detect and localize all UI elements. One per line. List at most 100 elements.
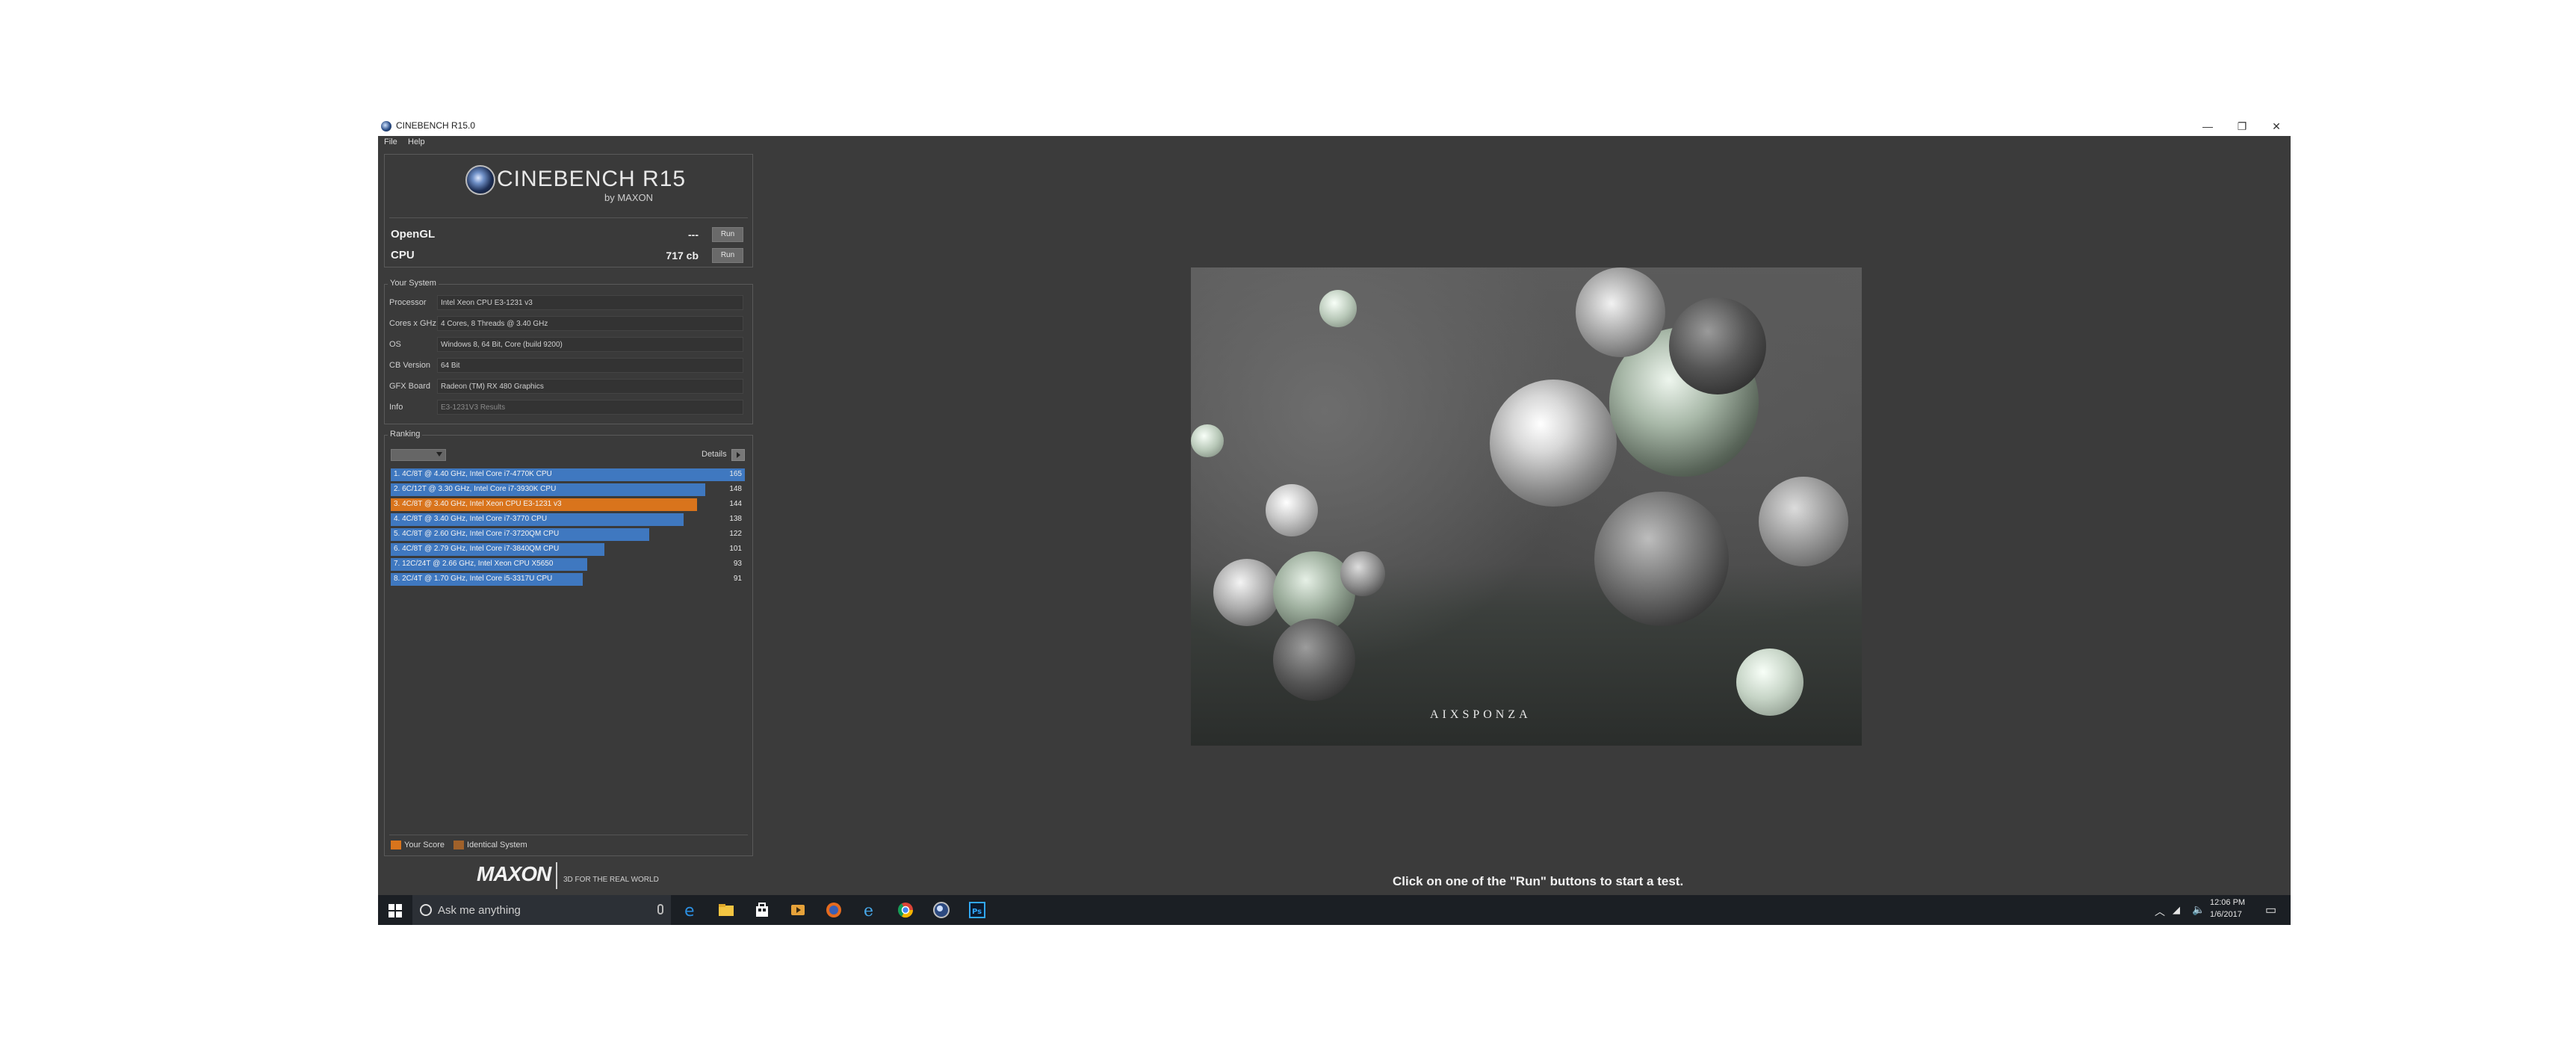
cores-field: 4 Cores, 8 Threads @ 3.40 GHz [437, 316, 743, 331]
system-row: Info E3-1231V3 Results [389, 400, 748, 416]
system-info-panel: Your System Processor Intel Xeon CPU E3-… [384, 279, 753, 424]
render-sphere [1490, 380, 1617, 507]
menu-help[interactable]: Help [408, 137, 425, 146]
cinebench-logo-icon [465, 165, 495, 195]
ranking-row[interactable]: 3. 4C/8T @ 3.40 GHz, Intel Xeon CPU E3-1… [391, 498, 745, 511]
maxon-tagline: 3D FOR THE REAL WORLD [563, 876, 659, 884]
firefox-icon[interactable] [823, 900, 844, 920]
ranking-row[interactable]: 8. 2C/4T @ 1.70 GHz, Intel Core i5-3317U… [391, 573, 745, 586]
ranking-panel: Ranking Details 1. 4C/8T @ 4.40 GHz, Int… [384, 430, 753, 856]
maxon-logo: MAXON [477, 862, 551, 885]
close-button[interactable]: ✕ [2259, 118, 2294, 134]
volume-icon[interactable]: 🔈 [2192, 903, 2205, 916]
maximize-button[interactable]: ❐ [2225, 118, 2259, 134]
ranking-label: 5. 4C/8T @ 2.60 GHz, Intel Core i7-3720Q… [394, 530, 560, 538]
file-explorer-icon[interactable] [716, 900, 737, 920]
identical-system-swatch [453, 841, 464, 849]
edge-icon[interactable]: e [680, 900, 701, 920]
opengl-run-button[interactable]: Run [712, 227, 743, 242]
cpu-run-button[interactable]: Run [712, 248, 743, 263]
media-icon[interactable] [787, 900, 808, 920]
taskbar-search[interactable]: Ask me anything [412, 895, 671, 925]
ranking-score: 101 [729, 545, 742, 553]
svg-text:e: e [684, 902, 695, 920]
window-title: CINEBENCH R15.0 [396, 120, 476, 131]
ranking-score: 122 [729, 530, 742, 538]
ranking-section-title: Ranking [388, 430, 423, 439]
title-bar: CINEBENCH R15.0 — ❐ ✕ [378, 117, 2291, 136]
svg-text:Ps: Ps [972, 908, 982, 916]
cpu-label: CPU [391, 249, 415, 261]
ranking-row[interactable]: 5. 4C/8T @ 2.60 GHz, Intel Core i7-3720Q… [391, 528, 745, 541]
ie-icon[interactable]: e [859, 900, 880, 920]
render-sphere [1594, 492, 1729, 626]
ranking-label: 6. 4C/8T @ 2.79 GHz, Intel Core i7-3840Q… [394, 545, 560, 553]
system-row-label: GFX Board [389, 382, 431, 391]
ranking-row[interactable]: 1. 4C/8T @ 4.40 GHz, Intel Core i7-4770K… [391, 468, 745, 481]
ranking-filter-dropdown[interactable] [391, 449, 446, 461]
render-sphere [1576, 267, 1665, 357]
ranking-label: 7. 12C/24T @ 2.66 GHz, Intel Xeon CPU X5… [394, 560, 554, 568]
legend-your-score: Your Score [404, 841, 445, 849]
ranking-row[interactable]: 7. 12C/24T @ 2.66 GHz, Intel Xeon CPU X5… [391, 558, 745, 571]
menu-file[interactable]: File [384, 137, 397, 146]
render-sphere [1213, 559, 1281, 626]
chrome-icon[interactable] [895, 900, 916, 920]
ranking-score: 138 [729, 515, 742, 523]
show-hidden-icons-chevron-icon[interactable]: ︿ [2155, 904, 2165, 919]
ranking-label: 8. 2C/4T @ 1.70 GHz, Intel Core i5-3317U… [394, 575, 553, 583]
details-label: Details [702, 450, 727, 459]
ranking-score: 93 [733, 560, 742, 568]
legend-identical-system: Identical System [467, 841, 527, 849]
minimize-button[interactable]: — [2190, 118, 2225, 134]
logo-title: CINEBENCH R15 [497, 167, 687, 191]
ranking-row[interactable]: 4. 4C/8T @ 3.40 GHz, Intel Core i7-3770 … [391, 513, 745, 526]
cb-version-field: 64 Bit [437, 358, 743, 373]
microphone-icon[interactable] [657, 904, 663, 914]
benchmark-panel: CINEBENCH R15 by MAXON OpenGL --- Run CP… [384, 154, 753, 267]
cortana-icon [420, 904, 432, 916]
ranking-row[interactable]: 2. 6C/12T @ 3.30 GHz, Intel Core i7-3930… [391, 483, 745, 496]
render-sphere [1266, 484, 1318, 536]
system-row-label: Processor [389, 298, 427, 307]
system-row: Cores x GHz 4 Cores, 8 Threads @ 3.40 GH… [389, 316, 748, 332]
cinebench-icon[interactable] [931, 900, 952, 920]
chevron-down-icon [436, 452, 442, 456]
ranking-row[interactable]: 6. 4C/8T @ 2.79 GHz, Intel Core i7-3840Q… [391, 543, 745, 556]
render-sphere [1669, 297, 1766, 394]
photoshop-icon[interactable]: Ps [967, 900, 988, 920]
system-row: Processor Intel Xeon CPU E3-1231 v3 [389, 295, 748, 312]
system-row-label: Cores x GHz [389, 319, 436, 328]
render-watermark: AIXSPONZA [1430, 708, 1532, 721]
system-row-label: Info [389, 403, 403, 412]
store-icon[interactable] [752, 900, 773, 920]
cinebench-app-icon [381, 121, 391, 131]
render-sphere [1191, 424, 1224, 457]
details-toggle-button[interactable] [731, 449, 745, 461]
info-input[interactable]: E3-1231V3 Results [437, 400, 743, 415]
render-sphere [1736, 649, 1803, 716]
maxon-separator [556, 862, 557, 889]
system-row: OS Windows 8, 64 Bit, Core (build 9200) [389, 337, 748, 353]
system-section-title: Your System [388, 279, 439, 288]
gfx-board-field: Radeon (TM) RX 480 Graphics [437, 379, 743, 394]
render-sphere [1340, 551, 1385, 596]
opengl-label: OpenGL [391, 228, 436, 241]
render-sphere [1319, 290, 1357, 327]
ranking-score: 144 [729, 500, 742, 508]
windows-start-icon[interactable] [388, 904, 402, 917]
opengl-score: --- [688, 229, 699, 241]
taskbar: Ask me anything e e Ps ︿ ◢ 🔈 12:06 PM 1/… [378, 895, 2291, 925]
divider [389, 217, 748, 218]
os-field: Windows 8, 64 Bit, Core (build 9200) [437, 337, 743, 352]
clock-date[interactable]: 1/6/2017 [2210, 910, 2242, 919]
render-sphere [1759, 477, 1848, 566]
logo-subtitle: by MAXON [604, 192, 654, 203]
action-center-icon[interactable]: ▭ [2265, 903, 2276, 917]
ranking-label: 2. 6C/12T @ 3.30 GHz, Intel Core i7-3930… [394, 485, 557, 493]
clock-time[interactable]: 12:06 PM [2210, 898, 2245, 907]
ranking-score: 91 [733, 575, 742, 583]
cpu-score: 717 cb [666, 250, 699, 261]
network-icon[interactable]: ◢ [2173, 904, 2180, 916]
menu-bar: File Help [378, 136, 2291, 149]
